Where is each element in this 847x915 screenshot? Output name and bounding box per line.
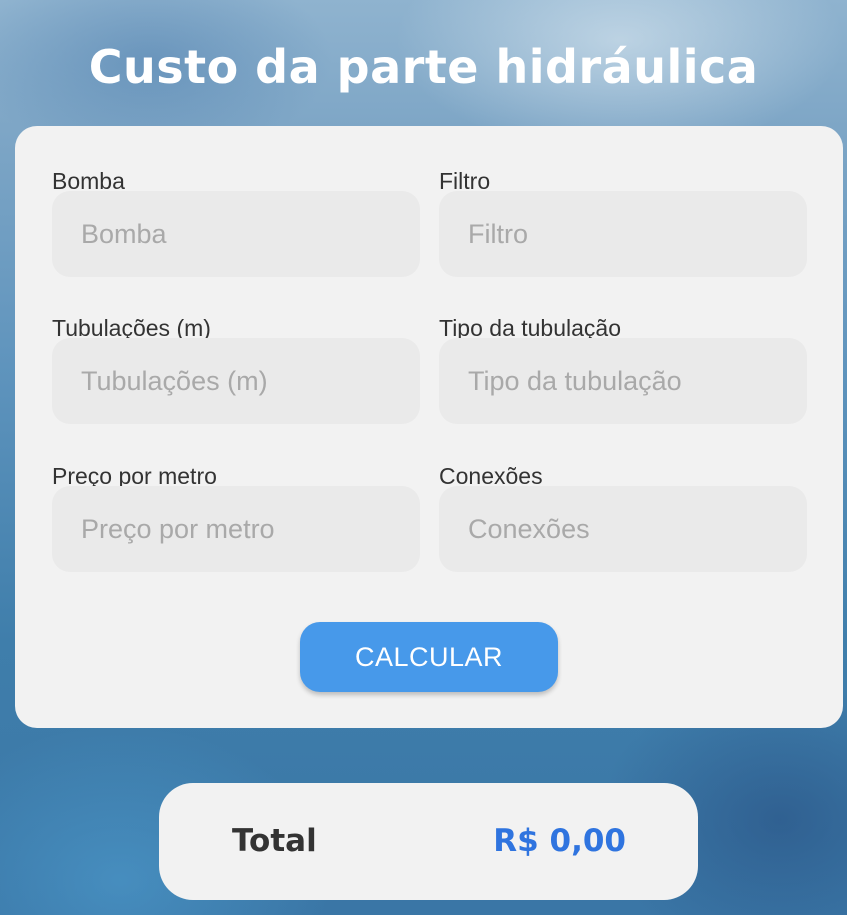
form-card: Bomba Filtro Tubulações (m) Tipo da tubu…	[15, 126, 843, 728]
total-card: Total R$ 0,00	[159, 783, 698, 900]
calculate-button[interactable]: CALCULAR	[300, 622, 558, 692]
bomba-input[interactable]	[52, 191, 420, 277]
tipo-tubulacao-input[interactable]	[439, 338, 807, 424]
total-label: Total	[232, 823, 317, 859]
preco-metro-input[interactable]	[52, 486, 420, 572]
total-value: R$ 0,00	[493, 823, 626, 859]
tubulacoes-input[interactable]	[52, 338, 420, 424]
conexoes-input[interactable]	[439, 486, 807, 572]
page-title: Custo da parte hidráulica	[88, 39, 759, 94]
filtro-input[interactable]	[439, 191, 807, 277]
